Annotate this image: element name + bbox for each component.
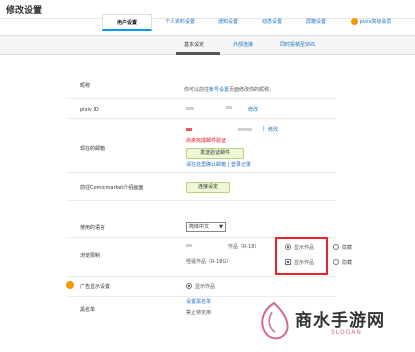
chevron-down-icon: ▼ — [219, 224, 223, 230]
nickname-label: 昵称 — [80, 83, 91, 89]
send-verification-button[interactable]: 发送验证邮件 — [186, 148, 244, 159]
ad-display-label: 广告显示设置 — [80, 284, 111, 290]
browse-restriction-label: 浏览限制 — [80, 253, 101, 259]
highlight-box — [275, 237, 328, 275]
pixiv-premium-icon — [66, 281, 74, 289]
tab-user-settings[interactable]: 用户设置 — [102, 14, 152, 31]
blacklist-status: 禁止特定用 — [186, 310, 212, 316]
blacklist-settings-link[interactable]: 设置黑名单 — [186, 298, 211, 305]
page-title: 修改设置 — [6, 6, 43, 16]
comicmarket-label: 前往Comicmarket介绍画面 — [80, 185, 144, 191]
nickname-description: 你可以前往帐号设置页面修改你的昵称。 — [184, 87, 275, 93]
divider — [66, 98, 336, 99]
sub-navigation: 基本设定 外部连接 同时投稿至SNS — [0, 35, 415, 55]
tab-notification-settings[interactable]: 通知设置 — [208, 14, 248, 31]
pixiv-id-edit-link[interactable]: 修改 — [248, 106, 258, 113]
email-unverified-warning: 尚未完成邮件验证 — [186, 138, 227, 144]
redacted-id — [186, 107, 194, 110]
confirm-email-link[interactable]: 请在这里确认邮箱 — [186, 162, 226, 168]
blacklist-label: 黑名单 — [80, 307, 96, 313]
redacted-id — [226, 106, 232, 109]
ad-show-radio[interactable] — [186, 283, 192, 289]
login-history-link[interactable]: 登录记录 — [231, 162, 251, 168]
tab-premium-label: pixiv高级会员 — [359, 19, 392, 25]
divider — [66, 276, 336, 277]
redacted-text — [186, 244, 192, 247]
language-select-value: 简体中文 — [189, 224, 210, 230]
watermark-logo-icon — [261, 301, 289, 340]
email-edit-separator: | — [263, 126, 265, 132]
r18-label: 作品（R-18） — [228, 244, 260, 250]
connect-settings-button[interactable]: 连接设定 — [186, 182, 230, 193]
subtab-basic[interactable]: 基本设定 — [184, 41, 204, 48]
redacted-email — [186, 128, 192, 131]
divider — [66, 200, 336, 201]
r18-hide-radio[interactable] — [333, 244, 339, 250]
account-settings-link[interactable]: 帐号设置 — [209, 87, 229, 93]
premium-icon — [350, 18, 358, 25]
divider — [66, 172, 336, 173]
pixiv-id-label: pixiv ID — [80, 107, 99, 113]
subtab-sns[interactable]: 同时投稿至SNS — [280, 41, 315, 48]
email-edit-link[interactable]: 修改 — [268, 126, 278, 133]
ad-show-label: 显示作品 — [195, 284, 216, 290]
r18g-hide-label: 隐藏 — [342, 260, 353, 266]
language-select[interactable]: 简体中文 ▼ — [186, 222, 226, 232]
tab-activity-settings[interactable]: 动态设置 — [252, 14, 292, 31]
r18g-hide-radio[interactable] — [333, 259, 339, 265]
redacted-email — [238, 128, 252, 131]
divider — [66, 118, 336, 119]
watermark-slogan: SLOGAN — [331, 329, 362, 336]
email-links: 请在这里确认邮箱 | 登录记录 — [186, 162, 251, 168]
r18-hide-label: 隐藏 — [342, 245, 353, 251]
site-watermark: 商水手游网 SLOGAN — [255, 292, 415, 352]
tab-profile-settings[interactable]: 个人资料设置 — [156, 14, 204, 31]
tab-premium[interactable]: pixiv高级会员 — [340, 14, 402, 31]
tab-block-settings[interactable]: 屏蔽设置 — [296, 14, 336, 31]
email-label: 现在的邮箱 — [80, 146, 106, 152]
watermark-text: 商水手游网 — [295, 311, 385, 331]
subtab-external[interactable]: 外部连接 — [233, 41, 253, 48]
language-label: 使用的语言 — [80, 225, 106, 231]
subtab-active-indicator — [176, 52, 220, 55]
r18g-label: 怪诞作品（R-18G） — [186, 259, 232, 265]
